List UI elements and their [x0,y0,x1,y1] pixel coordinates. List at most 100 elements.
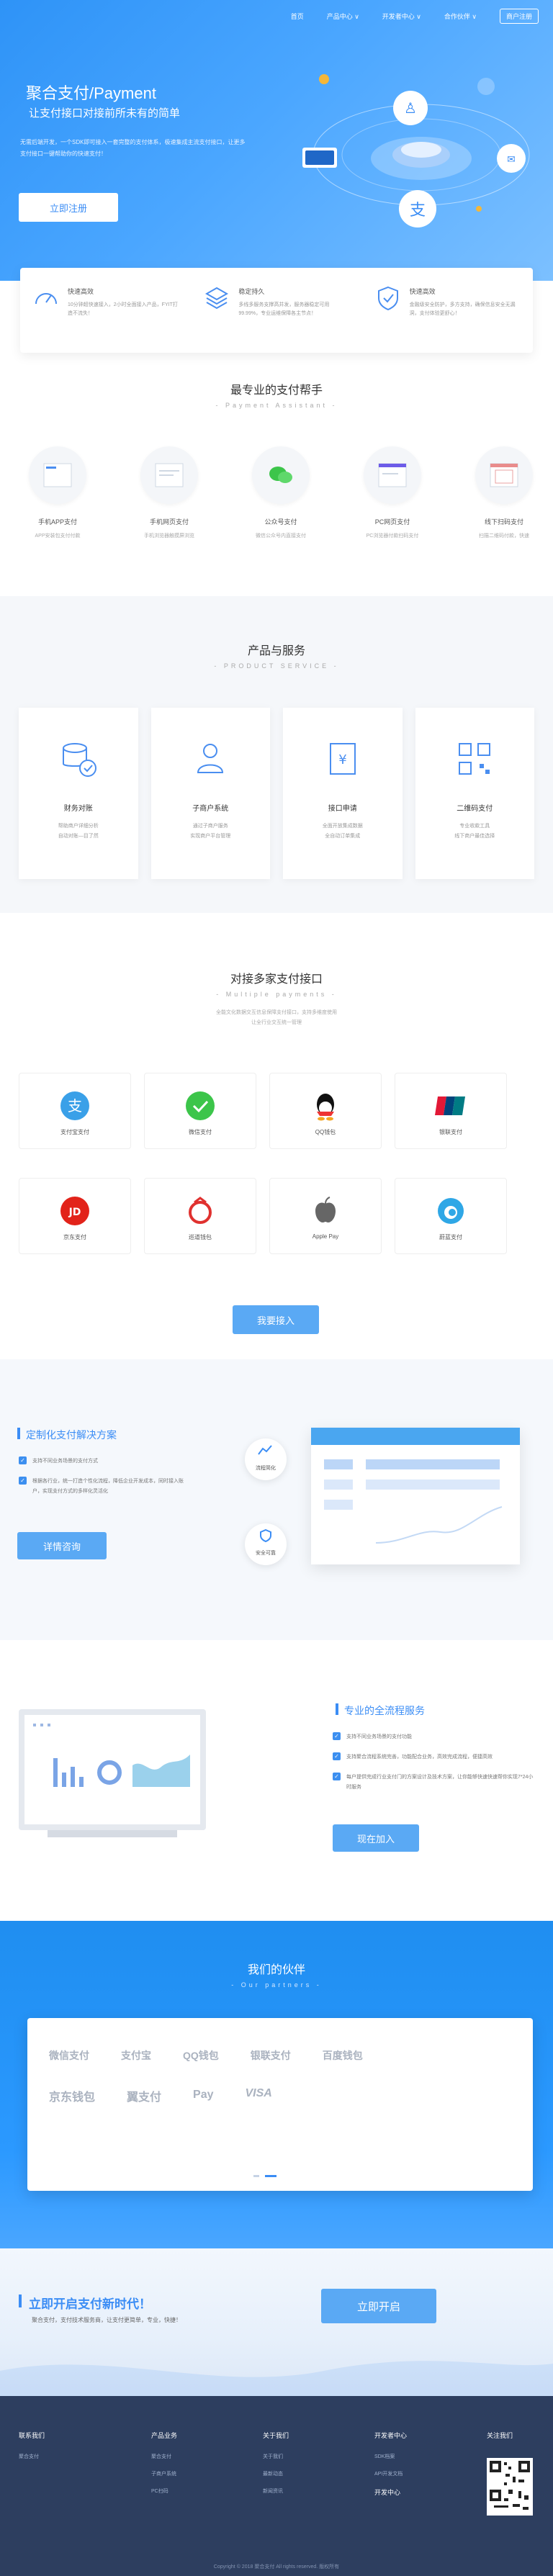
payment-item[interactable]: 蔚蓝支付 [395,1178,507,1254]
helper-subtitle: - Payment Assistant - [215,402,338,409]
check-icon: ✓ [333,1773,341,1780]
footer-link[interactable]: 关于我们 [263,2453,289,2460]
qrcode-window-icon [490,463,518,487]
service-card[interactable]: 二维码支付 专业收款工具 线下商户最佳选择 [415,708,534,879]
payment-item[interactable]: Apple Pay [269,1178,382,1254]
footer-link[interactable]: 子商户系统 [151,2470,177,2477]
flow-section: 专业的全流程服务 ✓ 支持不同业务场景的支付功能 ✓ 支持聚合流程系统完善，功能配合… [0,1640,553,1921]
unionpay-icon [435,1096,465,1115]
dashboard-mockup [311,1428,520,1564]
laptop-mockup [19,1709,206,1830]
cta-desc: 聚合支付，支付技术服务商，让支付更简单，专业，快捷！ [32,2317,181,2323]
payment-name: Apple Pay [312,1233,339,1240]
helper-item[interactable]: 手机APP支付 APP安装包支付付款 [29,446,86,539]
register-link[interactable]: 商户注册 [499,9,539,24]
footer: 联系我们 聚合支付 产品业务 聚合支付 子商户系统 PC扫码 关于我们 关于我们… [0,2396,553,2576]
payment-item[interactable]: JD 京东支付 [19,1178,131,1254]
helper-list: 手机APP支付 APP安装包支付付款 手机网页支付 手机浏览器触摸屏浏览 公众号支付… [29,446,533,539]
check-icon: ✓ [19,1477,27,1485]
helper-item-desc: 手机浏览器触摸屏浏览 [144,533,194,539]
footer-col-about: 关于我们 关于我们 最新动态 新闻资讯 [263,2432,289,2495]
service-card[interactable]: 财务对账 帮助商户详细分析 自动对账—目了然 [19,708,138,879]
payment-grid: 支支付宝支付 微信支付 QQ钱包 银联支付 JD 京东支付 巡道钱包 Apple … [19,1073,534,1254]
service-card-name: 接口申请 [328,805,357,813]
service-card-desc: 通过子商户服务 实现商户平台管理 [190,824,231,839]
wave-decoration [0,2361,553,2396]
carousel-dot-active[interactable] [265,2175,276,2177]
nav-products[interactable]: 产品中心 ∨ [327,12,359,21]
footer-link[interactable]: PC扫码 [151,2487,177,2495]
hero-section: 首页 产品中心 ∨ 开发者中心 ∨ 合作伙伴 ∨ 商户注册 聚合支付/Payme… [0,0,553,281]
nav-partners[interactable]: 合作伙伴 ∨ [444,12,477,21]
payment-name: 微信支付 [189,1129,212,1135]
service-card-desc: 专业收款工具 线下商户最佳选择 [454,824,495,839]
apple-icon [315,1197,336,1222]
footer-col-follow: 关注我们 [487,2432,513,2439]
hero-desc: 无需后端开发，一个SDK即可接入一套完整的支付体系，极速集成主流支付接口，让更多… [20,139,246,157]
payment-item[interactable]: 支支付宝支付 [19,1073,131,1149]
helper-item-name: 线下扫码支付 [484,518,523,526]
payment-item[interactable]: 巡道钱包 [144,1178,256,1254]
service-title: 产品与服务 [247,645,305,657]
svg-text:支: 支 [68,1097,82,1114]
join-now-button[interactable]: 现在加入 [333,1824,419,1852]
qq-icon [317,1094,334,1121]
partner-logo: VISA [245,2087,272,2099]
helper-item[interactable]: 线下扫码支付 扫描二维码付款，快速 [475,446,533,539]
svg-text:♙: ♙ [404,99,417,117]
service-card-desc: 全面开放集成数据 全自动订单集成 [322,824,363,839]
svg-text:支: 支 [410,202,426,220]
footer-link[interactable]: API开发文档 [374,2470,407,2477]
hero-subtitle: 让支付接口对接前所未有的简单 [29,107,181,120]
title-accent [19,2294,22,2307]
partner-logo: 银联支付 [250,2050,291,2061]
payment-item[interactable]: 银联支付 [395,1073,507,1149]
helper-item-desc: APP安装包支付付款 [35,533,81,539]
custom-title: 定制化支付解决方案 [26,1429,117,1441]
wallet-icon [189,1197,212,1224]
helper-item-desc: PC浏览器付款扫码支付 [366,533,419,539]
payment-name: 支付宝支付 [60,1129,89,1135]
service-cards: 财务对账 帮助商户详细分析 自动对账—目了然 子商户系统 通过子商户服务 实现商户平… [19,708,534,879]
multi-desc: 全能文化数据交互信息保障支付接口，支持多维度使用 让全行业交互统一管理 [216,1010,337,1025]
payment-name: 银联支付 [439,1129,462,1135]
footer-link[interactable]: 聚合支付 [151,2453,177,2460]
cta-title: 立即开启支付新时代！ [29,2297,151,2311]
payment-item[interactable]: QQ钱包 [269,1073,382,1149]
pc-window-icon [378,463,407,487]
helper-item[interactable]: PC网页支付 PC浏览器付款扫码支付 [364,446,421,539]
helper-item[interactable]: 公众号支付 微信公众号内直接支付 [252,446,310,539]
start-button[interactable]: 立即开启 [321,2289,436,2323]
laptop-base [48,1830,177,1837]
partner-card: 微信支付 支付宝 QQ钱包 银联支付 百度钱包 京东钱包 翼支付 Pay VIS… [27,2018,533,2191]
shield-icon [260,1529,271,1542]
footer-link[interactable]: 新闻资讯 [263,2487,289,2495]
multi-title: 对接多家支付接口 [230,973,323,986]
service-subtitle: - PRODUCT SERVICE - [214,662,339,670]
payment-item[interactable]: 微信支付 [144,1073,256,1149]
footer-link[interactable]: 最新动态 [263,2470,289,2477]
service-card[interactable]: 子商户系统 通过子商户服务 实现商户平台管理 [150,708,270,879]
footer-link[interactable]: 聚合支付 [19,2453,45,2460]
consult-button[interactable]: 详情咨询 [17,1532,107,1559]
service-section: 产品与服务 - PRODUCT SERVICE - 财务对账 帮助商户详细分析自… [0,596,553,913]
helper-item-desc: 微信公众号内直接支付 [256,533,306,539]
helper-item[interactable]: 手机网页支付 手机浏览器触摸屏浏览 [140,446,198,539]
nav-home[interactable]: 首页 [291,12,304,21]
partner-logo: QQ钱包 [183,2050,219,2061]
hero-illustration: ♙ ✉ 支 [302,74,530,228]
coins-icon [62,743,96,777]
partner-logo: 支付宝 [121,2050,151,2061]
partner-title: 我们的伙伴 [247,1964,305,1976]
service-card-name: 二维码支付 [457,805,493,813]
register-button[interactable]: 立即注册 [19,193,118,222]
payment-name: 巡道钱包 [189,1234,212,1240]
service-card[interactable]: ¥ 接口申请 全面开放集成数据 全自动订单集成 [283,708,403,879]
join-button[interactable]: 我要接入 [233,1305,319,1334]
qrcode-icon [459,743,491,775]
nav-developers[interactable]: 开发者中心 ∨ [382,12,421,21]
partner-row-2: 京东钱包 翼支付 Pay VISA [49,2087,272,2104]
top-nav: 首页 产品中心 ∨ 开发者中心 ∨ 合作伙伴 ∨ 商户注册 [291,9,539,24]
carousel-dot[interactable] [253,2175,259,2177]
footer-link[interactable]: SDK档案 [374,2453,407,2460]
